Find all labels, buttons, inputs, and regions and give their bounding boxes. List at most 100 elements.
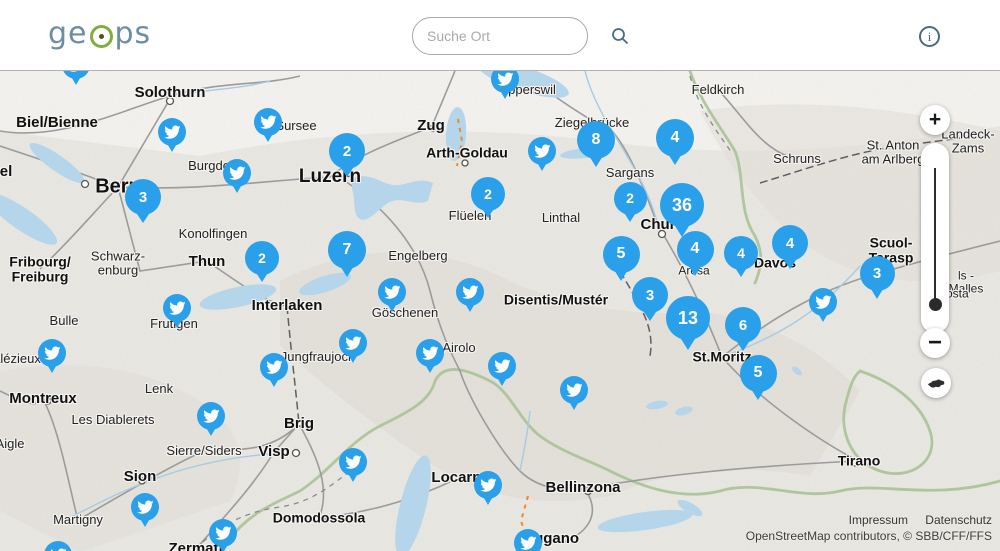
twitter-bird-icon	[534, 143, 551, 159]
twitter-bird-icon	[345, 335, 362, 351]
map-canvas[interactable]: Biel/BienneSolothurnBernelBurgdorfKonolf…	[0, 70, 1000, 551]
pin-tail	[261, 130, 275, 142]
twitter-marker[interactable]	[131, 493, 159, 521]
twitter-bird-icon	[169, 300, 186, 316]
twitter-bird-icon	[520, 535, 537, 551]
twitter-marker[interactable]	[456, 278, 484, 306]
cluster-count: 5	[603, 236, 640, 273]
cluster-count: 3	[125, 179, 161, 215]
search-icon[interactable]	[610, 26, 630, 46]
map-marker-layer: 32272842544364331365	[0, 71, 1000, 551]
cluster-marker[interactable]: 2	[471, 177, 505, 211]
osm-attribution: OpenStreetMap contributors, © SBB/CFF/FF…	[746, 529, 992, 543]
cluster-count: 4	[724, 236, 758, 270]
twitter-marker[interactable]	[223, 159, 251, 187]
pin-tail	[216, 541, 230, 551]
twitter-bird-icon	[494, 358, 511, 374]
cluster-marker[interactable]: 2	[245, 241, 279, 275]
cluster-marker[interactable]: 5	[603, 236, 640, 273]
twitter-marker[interactable]	[474, 471, 502, 499]
twitter-bird-icon	[229, 165, 246, 181]
twitter-marker[interactable]	[209, 519, 237, 547]
pin-tail	[495, 374, 509, 386]
twitter-marker[interactable]	[514, 529, 542, 551]
cluster-marker[interactable]: 4	[772, 225, 808, 261]
cluster-marker[interactable]: 8	[577, 121, 615, 159]
pin-tail	[267, 375, 281, 387]
twitter-bird-icon	[345, 454, 362, 470]
pin-tail	[567, 398, 581, 410]
pin-tail	[204, 424, 218, 436]
cluster-count: 2	[471, 177, 505, 211]
twitter-marker[interactable]	[254, 108, 282, 136]
zoom-slider-knob[interactable]	[929, 298, 942, 311]
twitter-marker[interactable]	[339, 448, 367, 476]
cluster-count: 36	[660, 183, 704, 227]
twitter-marker[interactable]	[491, 70, 519, 93]
twitter-bird-icon	[164, 124, 181, 140]
twitter-marker[interactable]	[197, 402, 225, 430]
pin-tail	[816, 310, 830, 322]
switzerland-icon	[927, 377, 946, 390]
twitter-marker[interactable]	[416, 339, 444, 367]
zoom-to-switzerland-button[interactable]	[921, 368, 951, 398]
twitter-marker[interactable]	[339, 329, 367, 357]
cluster-marker[interactable]: 2	[329, 133, 365, 169]
twitter-bird-icon	[566, 382, 583, 398]
twitter-marker[interactable]	[809, 288, 837, 316]
twitter-marker[interactable]	[488, 352, 516, 380]
twitter-bird-icon	[480, 477, 497, 493]
zoom-slider[interactable]	[921, 143, 949, 333]
twitter-marker[interactable]	[158, 118, 186, 146]
cluster-marker[interactable]: 3	[125, 179, 161, 215]
cluster-marker[interactable]: 4	[724, 236, 758, 270]
twitter-marker[interactable]	[528, 137, 556, 165]
logo-o-icon	[90, 25, 113, 48]
pin-tail	[170, 316, 184, 328]
zoom-in-button[interactable]: +	[920, 105, 950, 135]
twitter-bird-icon	[497, 71, 514, 87]
cluster-count: 5	[740, 355, 777, 392]
attribution: Impressum Datenschutz OpenStreetMap cont…	[746, 513, 992, 543]
cluster-marker[interactable]: 3	[860, 256, 895, 291]
pin-tail	[45, 361, 59, 373]
pin-tail	[463, 300, 477, 312]
twitter-bird-icon	[422, 345, 439, 361]
info-icon: i	[928, 29, 932, 45]
pin-tail	[346, 351, 360, 363]
pin-tail	[346, 470, 360, 482]
datenschutz-link[interactable]: Datenschutz	[925, 513, 992, 527]
cluster-count: 2	[245, 241, 279, 275]
twitter-marker[interactable]	[44, 541, 72, 551]
cluster-count: 3	[632, 277, 668, 313]
twitter-marker[interactable]	[260, 353, 288, 381]
twitter-bird-icon	[384, 284, 401, 300]
pin-tail	[385, 300, 399, 312]
cluster-marker[interactable]: 4	[656, 119, 694, 157]
pin-tail	[423, 361, 437, 373]
twitter-marker[interactable]	[62, 70, 90, 79]
cluster-marker[interactable]: 5	[740, 355, 777, 392]
cluster-marker[interactable]: 13	[666, 296, 710, 340]
cluster-marker[interactable]: 6	[725, 307, 761, 343]
info-button[interactable]: i	[919, 26, 940, 47]
twitter-bird-icon	[137, 499, 154, 515]
cluster-marker[interactable]: 36	[660, 183, 704, 227]
cluster-marker[interactable]: 2	[614, 182, 647, 215]
cluster-count: 7	[328, 231, 366, 269]
twitter-bird-icon	[203, 408, 220, 424]
cluster-marker[interactable]: 7	[328, 231, 366, 269]
twitter-bird-icon	[50, 547, 67, 551]
cluster-count: 4	[772, 225, 808, 261]
zoom-out-button[interactable]: −	[920, 328, 950, 358]
search-input[interactable]	[425, 27, 610, 45]
twitter-marker[interactable]	[163, 294, 191, 322]
twitter-marker[interactable]	[560, 376, 588, 404]
app-header: ge ps i	[0, 0, 1000, 70]
cluster-marker[interactable]: 3	[632, 277, 668, 313]
pin-tail	[498, 87, 512, 99]
twitter-marker[interactable]	[378, 278, 406, 306]
twitter-bird-icon	[215, 525, 232, 541]
impressum-link[interactable]: Impressum	[849, 513, 908, 527]
twitter-marker[interactable]	[38, 339, 66, 367]
